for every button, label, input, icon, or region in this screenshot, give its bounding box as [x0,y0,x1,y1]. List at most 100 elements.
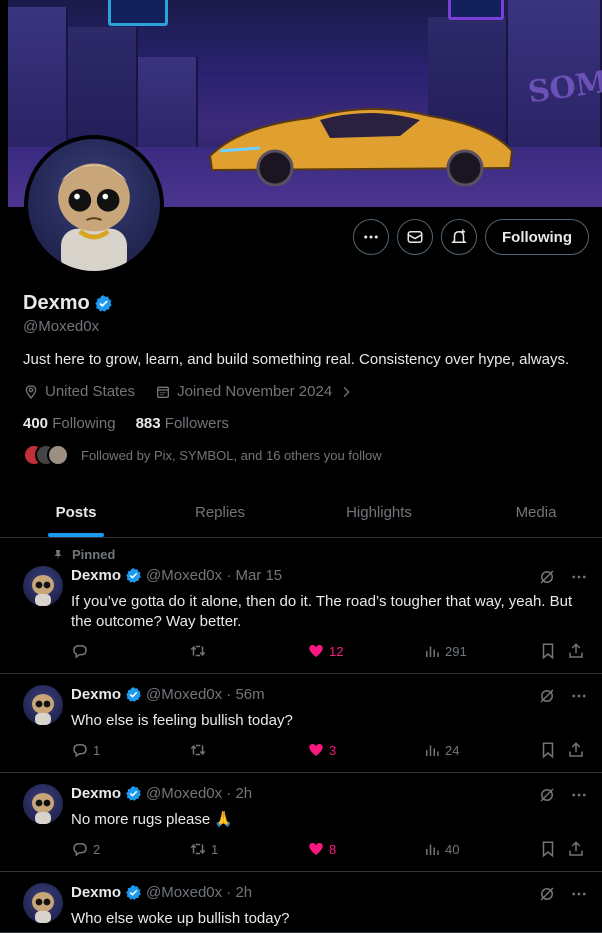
views-button[interactable]: 24 [423,741,459,759]
like-button[interactable]: 3 [307,741,336,759]
envelope-icon [407,231,423,243]
post-actions: 1 3 24 [71,741,591,761]
post-text-line: No more rugs please 🙏 [71,811,234,828]
ellipsis-icon [364,235,378,239]
action-count: 1 [211,841,219,857]
share-button[interactable] [567,642,585,660]
verified-badge-icon [125,567,142,584]
bookmark-button[interactable] [539,840,557,858]
tab-replies[interactable]: Replies [152,488,288,537]
location-text: United States [45,383,136,400]
grok-icon[interactable] [538,568,556,591]
profile-avatar[interactable] [24,135,164,275]
action-count: 24 [445,742,460,758]
chevron-right-icon[interactable] [338,384,354,400]
post-header: Dexmo @Moxed0x · 2h [71,884,252,901]
post-avatar[interactable] [23,883,63,923]
followed-by-row[interactable]: Followed by Pix, SYMBOL, and 16 others y… [23,444,382,466]
grok-icon[interactable] [538,885,556,908]
post-meta[interactable]: @Moxed0x · Mar 15 [146,567,282,584]
bookmark-button[interactable] [539,642,557,660]
follower-avatar [47,444,69,466]
following-link[interactable]: 400 Following [23,415,116,432]
bell-plus-icon [451,229,467,243]
post-meta[interactable]: @Moxed0x · 56m [146,686,265,703]
post-right-icons [538,568,588,591]
tab-posts[interactable]: Posts [0,488,152,537]
verified-badge-icon[interactable] [94,294,113,313]
post-text: If you’ve gotta do it alone, then do it.… [71,592,591,632]
location-pin-icon [25,384,37,399]
more-options-button[interactable] [353,219,389,255]
like-button[interactable]: 8 [307,840,336,858]
reply-button[interactable]: 2 [71,840,100,858]
post-actions: 12 291 [71,642,591,662]
post-header: Dexmo @Moxed0x · 56m [71,686,265,703]
post-avatar[interactable] [23,566,63,606]
action-count: 3 [329,742,337,758]
car-illustration [208,108,514,186]
post-avatar[interactable] [23,685,63,725]
pinned-label: Pinned [52,547,115,562]
reply-button[interactable]: 1 [71,741,100,759]
post-text-line: Who else woke up bullish today? [71,910,290,927]
verified-badge-icon [125,785,142,802]
profile-meta: United States Joined November 2024 [23,383,354,400]
tab-media[interactable]: Media [470,488,602,537]
profile-bio: Just here to grow, learn, and build some… [23,351,570,368]
calendar-icon [157,386,170,398]
post-author-name[interactable]: Dexmo [71,785,121,802]
ellipsis-icon[interactable] [570,786,588,809]
post-avatar[interactable] [23,784,63,824]
action-count: 8 [329,841,337,857]
action-count: 40 [445,841,460,857]
profile-tabs: Posts Replies Highlights Media [0,488,602,538]
post-author-name[interactable]: Dexmo [71,884,121,901]
followed-by-text: Followed by Pix, SYMBOL, and 16 others y… [81,447,382,463]
post-right-icons [538,885,588,908]
following-button[interactable]: Following [485,219,589,255]
share-button[interactable] [567,741,585,759]
post-author-name[interactable]: Dexmo [71,686,121,703]
post-right-icons [538,687,588,710]
pin-icon [54,549,62,560]
repost-button[interactable] [189,642,207,660]
post-author-name[interactable]: Dexmo [71,567,121,584]
display-name-row: Dexmo [23,292,113,315]
ellipsis-icon[interactable] [570,687,588,710]
post-right-icons [538,786,588,809]
followers-link[interactable]: 883 Followers [136,415,229,432]
notifications-button[interactable] [441,219,477,255]
action-count: 291 [445,643,467,659]
joined-text: Joined November 2024 [177,383,333,400]
grok-icon[interactable] [538,786,556,809]
repost-button[interactable] [189,741,207,759]
post-text: Who else woke up bullish today? [71,909,591,929]
action-count: 1 [93,742,101,758]
share-button[interactable] [567,840,585,858]
profile-handle: @Moxed0x [23,318,100,335]
verified-badge-icon [125,686,142,703]
post-meta[interactable]: @Moxed0x · 2h [146,884,252,901]
post-header: Dexmo @Moxed0x · 2h [71,785,252,802]
bookmark-button[interactable] [539,741,557,759]
verified-badge-icon [125,884,142,901]
action-count: 12 [329,643,344,659]
grok-icon[interactable] [538,687,556,710]
post-text: No more rugs please 🙏 [71,810,591,830]
post-header: Dexmo @Moxed0x · Mar 15 [71,567,282,584]
repost-button[interactable]: 1 [189,840,218,858]
tab-highlights[interactable]: Highlights [288,488,470,537]
post-meta[interactable]: @Moxed0x · 2h [146,785,252,802]
views-button[interactable]: 291 [423,642,467,660]
ellipsis-icon[interactable] [570,885,588,908]
post-actions: 2 1 8 40 [71,840,591,860]
post-text-line: If you’ve gotta do it alone, then do it.… [71,593,573,610]
post-text: Who else is feeling bullish today? [71,711,591,731]
message-button[interactable] [397,219,433,255]
reply-button[interactable] [71,642,89,660]
display-name: Dexmo [23,292,90,314]
ellipsis-icon[interactable] [570,568,588,591]
views-button[interactable]: 40 [423,840,459,858]
like-button[interactable]: 12 [307,642,343,660]
